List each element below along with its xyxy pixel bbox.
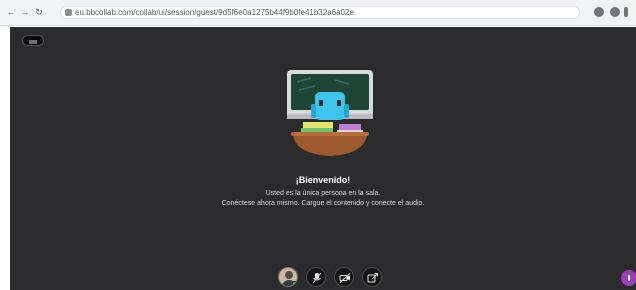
avatar-head bbox=[285, 271, 293, 279]
screenshot-frame: ← → ↻ eu.bbcollab.com/collab/ui/session/… bbox=[0, 0, 636, 290]
open-panel-button[interactable] bbox=[22, 35, 44, 46]
table-top bbox=[293, 134, 367, 156]
profile-icon[interactable] bbox=[610, 7, 620, 17]
description-line-2: Conéctese ahora mismo. Cargue el conteni… bbox=[221, 200, 425, 207]
welcome-description: Usted es la única persona en la sala. Co… bbox=[10, 189, 636, 209]
robot-eye-right bbox=[337, 100, 341, 106]
collaborate-session: ¡Bienvenido! Usted es la única persona e… bbox=[10, 27, 636, 290]
menu-icon[interactable] bbox=[624, 7, 628, 17]
browser-toolbar: ← → ↻ eu.bbcollab.com/collab/ui/session/… bbox=[0, 0, 636, 26]
share-content-icon bbox=[367, 273, 378, 283]
extension-icon[interactable] bbox=[594, 7, 604, 17]
online-status-icon bbox=[292, 281, 297, 286]
camera-icon bbox=[339, 273, 351, 283]
microphone-button[interactable] bbox=[306, 267, 326, 287]
share-content-button[interactable] bbox=[362, 267, 382, 287]
description-line-1: Usted es la única persona en la sala. bbox=[265, 190, 381, 197]
chat-icon[interactable] bbox=[621, 270, 636, 286]
back-icon[interactable]: ← bbox=[6, 7, 16, 17]
avatar[interactable] bbox=[278, 267, 298, 287]
microphone-icon bbox=[312, 272, 322, 284]
welcome-illustration bbox=[287, 70, 373, 156]
book-yellow bbox=[303, 122, 333, 128]
forward-icon[interactable]: → bbox=[20, 7, 30, 17]
reload-icon[interactable]: ↻ bbox=[34, 7, 44, 17]
welcome-title: ¡Bienvenido! bbox=[295, 175, 351, 185]
camera-button[interactable] bbox=[334, 267, 354, 287]
robot-arm-right bbox=[344, 104, 349, 118]
robot-arm-left bbox=[311, 104, 316, 118]
table-edge bbox=[291, 132, 369, 136]
robot-eye-left bbox=[319, 100, 323, 106]
book-purple bbox=[339, 124, 361, 130]
address-bar[interactable]: eu.bbcollab.com/collab/ui/session/guest/… bbox=[60, 6, 580, 19]
url-text: eu.bbcollab.com/collab/ui/session/guest/… bbox=[75, 8, 354, 17]
lock-icon bbox=[65, 9, 72, 16]
session-controls bbox=[278, 267, 382, 287]
